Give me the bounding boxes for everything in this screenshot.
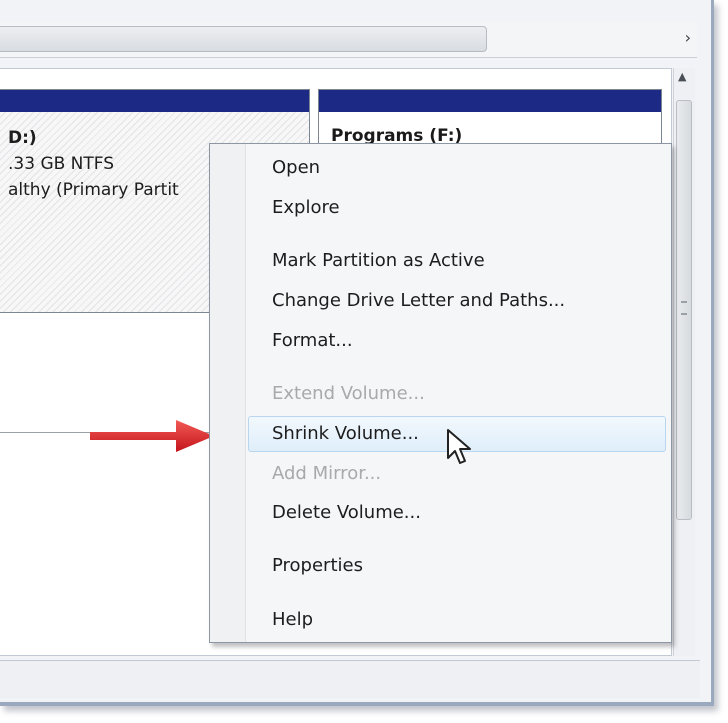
menu-item-add-mirror: Add Mirror... <box>272 463 382 484</box>
partition-size: .33 GB NTFS <box>8 154 115 174</box>
horizontal-scrollbar[interactable]: › <box>0 22 697 58</box>
partition-header-bar <box>319 90 661 112</box>
menu-item-change-drive-letter[interactable]: Change Drive Letter and Paths... <box>272 289 565 313</box>
red-arrow-icon <box>90 420 214 452</box>
vertical-scrollbar[interactable]: ▲ <box>673 68 695 656</box>
partition-header-bar <box>0 90 309 112</box>
menu-item-extend-volume: Extend Volume... <box>272 383 425 404</box>
partition-name: D:) <box>8 128 37 148</box>
menu-item-delete-volume[interactable]: Delete Volume... <box>272 501 421 525</box>
grip-icon <box>681 301 687 315</box>
menu-item-properties[interactable]: Properties <box>272 554 363 578</box>
horizontal-scrollbar-thumb[interactable] <box>0 26 487 52</box>
menu-item-open[interactable]: Open <box>272 156 320 180</box>
menu-item-format[interactable]: Format... <box>272 329 353 353</box>
menu-icon-gutter <box>210 144 246 642</box>
partition-status: althy (Primary Partit <box>8 180 179 200</box>
menu-item-help[interactable]: Help <box>272 608 313 632</box>
scroll-right-icon[interactable]: › <box>685 28 691 47</box>
menu-item-explore[interactable]: Explore <box>272 196 340 220</box>
scroll-up-icon[interactable]: ▲ <box>678 70 686 83</box>
menu-item-mark-active[interactable]: Mark Partition as Active <box>272 249 485 273</box>
vertical-scrollbar-thumb[interactable] <box>676 100 692 520</box>
menu-item-shrink-volume[interactable]: Shrink Volume... <box>272 422 419 446</box>
context-menu: Open Explore Mark Partition as Active Ch… <box>209 143 672 643</box>
mouse-pointer-icon <box>447 429 471 464</box>
bottom-strip <box>0 660 700 698</box>
